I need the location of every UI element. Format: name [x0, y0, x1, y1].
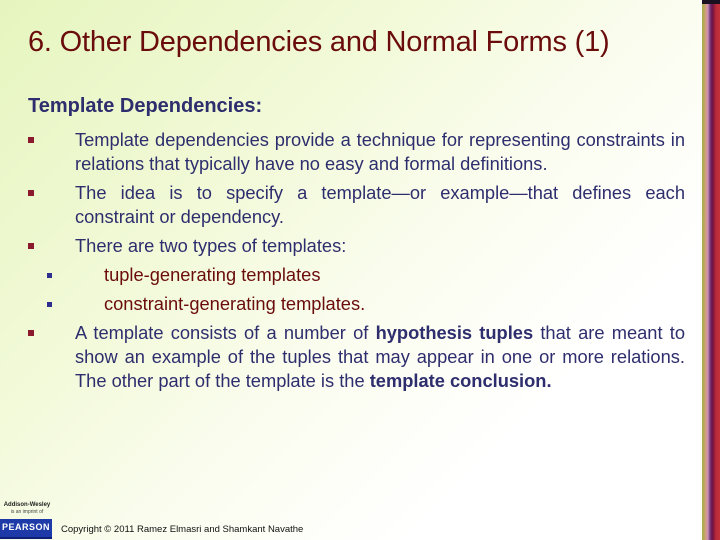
square-bullet-icon: [28, 190, 34, 196]
square-sub-bullet-icon: [47, 302, 52, 307]
bullet-text: Template dependencies provide a techniqu…: [75, 129, 685, 174]
bold-term-template-conclusion: template conclusion.: [369, 370, 552, 391]
bold-term-hypothesis-tuples: hypothesis tuples: [375, 322, 534, 343]
decorative-stripe-cap: [702, 0, 720, 4]
copyright-notice: Copyright © 2011 Ramez Elmasri and Shamk…: [61, 524, 304, 535]
sub-bullet-text: tuple-generating templates: [104, 264, 321, 285]
publisher-imprint: is an imprint of: [10, 509, 44, 515]
pearson-logo: PEARSON: [0, 519, 52, 539]
section-heading: Template Dependencies:: [28, 95, 263, 117]
slide-body: Template dependencies provide a techniqu…: [28, 128, 685, 398]
bullet-text: The idea is to specify a template—or exa…: [75, 182, 685, 227]
square-bullet-icon: [28, 137, 34, 143]
publisher-logo: Addison-Wesley is an imprint of PEARSON: [0, 502, 54, 539]
square-bullet-icon: [28, 330, 34, 336]
bullet-item: A template consists of a number of hypot…: [28, 321, 685, 393]
publisher-name: Addison-Wesley: [3, 502, 51, 508]
bullet-item: Template dependencies provide a techniqu…: [28, 128, 685, 176]
square-bullet-icon: [28, 243, 34, 249]
bullet-item: The idea is to specify a template—or exa…: [28, 181, 685, 229]
bullet-text-part: A template consists of a number of: [75, 322, 376, 343]
square-sub-bullet-icon: [47, 273, 52, 278]
sub-bullet-item: constraint-generating templates.: [28, 292, 685, 316]
sub-bullet-item: tuple-generating templates: [28, 263, 685, 287]
decorative-side-stripes: [700, 0, 720, 540]
slide-title: 6. Other Dependencies and Normal Forms (…: [28, 26, 610, 58]
sub-bullet-text: constraint-generating templates.: [104, 293, 366, 314]
bullet-item: There are two types of templates:: [28, 234, 685, 258]
bullet-text: There are two types of templates:: [75, 235, 347, 256]
